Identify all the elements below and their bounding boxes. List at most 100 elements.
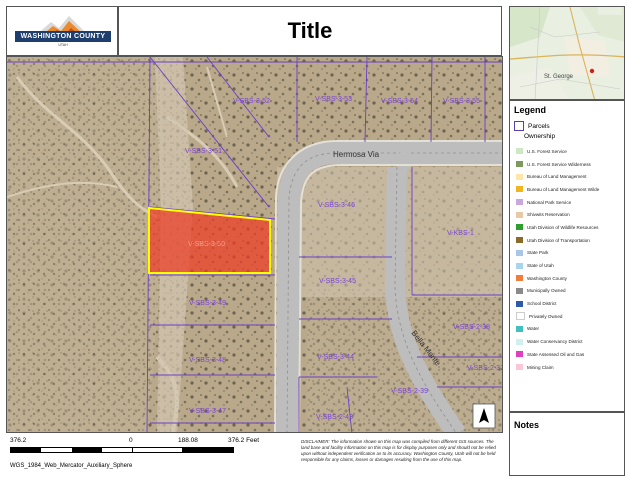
legend-item: Bureau of Land Management Wilde: [516, 183, 599, 196]
scale-label-zero: 0: [129, 437, 133, 444]
legend-swatch-icon: [516, 338, 523, 345]
legend-item-label: U.S. Forest Service Wilderness: [527, 161, 591, 167]
legend-item-label: Water: [527, 326, 540, 332]
parcel-label: V-SBS-3-45: [319, 278, 356, 285]
scale-label-left: 376.2: [10, 437, 27, 444]
legend-ownership-list: U.S. Forest Service U.S. Forest Service W…: [516, 145, 599, 373]
legend-item: Municipally Owned: [516, 285, 599, 298]
legend-swatch-icon: [516, 237, 523, 244]
scale-segment-left: [10, 447, 134, 453]
legend-item: U.S. Forest Service Wilderness: [516, 158, 599, 171]
logo-text: WASHINGTON COUNTY: [15, 31, 111, 42]
legend-item-label: Washington County: [527, 275, 567, 281]
legend-item: Utah Division of Wildlife Resources: [516, 221, 599, 234]
disclaimer-panel: DISCLAIMER: The information shown on thi…: [297, 433, 503, 476]
aerial-imagery: V-SBS-3-52 V-SBS-3-53 V-SBS-3-54 V-SBS-3…: [7, 57, 503, 432]
legend-item: Washington County: [516, 272, 599, 285]
parcel-label: V-SBS-3-49: [189, 300, 226, 307]
main-map[interactable]: V-SBS-3-52 V-SBS-3-53 V-SBS-3-54 V-SBS-3…: [6, 56, 503, 433]
legend-item-label: Mining Claim: [527, 364, 554, 370]
legend-item: State Park: [516, 247, 599, 260]
legend-swatch-icon: [516, 300, 523, 307]
disclaimer-text: DISCLAIMER: The information shown on thi…: [301, 439, 496, 462]
legend-title: Legend: [514, 105, 547, 115]
legend-item-label: Utah Division of Transportation: [527, 237, 590, 243]
legend-item-label: Privately Owned: [529, 313, 563, 319]
legend-item-label: Utah Division of Wildlife Resources: [527, 224, 599, 230]
road-label: Hermosa Via: [333, 150, 380, 159]
legend-item: State of Utah: [516, 259, 599, 272]
title-panel: Title: [118, 6, 502, 56]
legend-item: Shivwits Reservation: [516, 208, 599, 221]
parcel-label: V-SBS-2-38: [453, 324, 490, 331]
legend-item: Water Conservancy District: [516, 335, 599, 348]
overview-map[interactable]: St. George: [509, 6, 625, 100]
notes-title: Notes: [514, 420, 540, 430]
scale-segment-mid: [132, 447, 184, 453]
legend-item: School District: [516, 297, 599, 310]
legend-parcels-entry: Parcels: [514, 121, 550, 131]
legend-swatch-icon: [516, 364, 523, 371]
legend-item-label: Shivwits Reservation: [527, 212, 570, 218]
legend-ownership-label: Ownership: [524, 133, 556, 140]
parcel-label: V-SBS-3-51: [185, 148, 222, 155]
legend-panel: Legend Parcels Ownership U.S. Forest Ser…: [509, 100, 625, 412]
logo-panel: WASHINGTON COUNTY UTAH: [6, 6, 118, 56]
legend-item: Bureau of Land Management: [516, 170, 599, 183]
parcel-label: V-SBS-2-37: [467, 365, 503, 372]
legend-item-label: School District: [527, 301, 557, 307]
overview-map-graphic: [510, 7, 624, 99]
legend-item-label: Bureau of Land Management: [527, 174, 587, 180]
parcel-swatch-icon: [514, 121, 524, 131]
legend-swatch-icon: [516, 287, 523, 294]
legend-swatch-icon: [516, 351, 523, 358]
legend-swatch-icon: [516, 262, 523, 269]
parcel-label: V-SBS-3-48: [189, 357, 226, 364]
scale-label-right: 376.2 Feet: [228, 437, 260, 444]
legend-item: U.S. Forest Service: [516, 145, 599, 158]
legend-parcels-label: Parcels: [528, 122, 550, 130]
legend-swatch-icon: [516, 199, 523, 206]
legend-item: Privately Owned: [516, 310, 599, 323]
scale-bar: 376.2 0 188.08 376.2 Feet WGS_1984_Web_M…: [6, 433, 297, 476]
legend-item: State Assessed Oil and Gas: [516, 348, 599, 361]
legend-item: Utah Division of Transportation: [516, 234, 599, 247]
parcel-label: V-SBS-3-47: [189, 408, 226, 415]
parcel-label: V-SBS-3-44: [317, 354, 354, 361]
map-title: Title: [287, 18, 333, 43]
north-arrow-icon: [472, 403, 496, 429]
notes-panel: Notes: [509, 412, 625, 476]
legend-item-label: Bureau of Land Management Wilde: [527, 186, 600, 192]
legend-swatch-icon: [516, 224, 523, 231]
legend-swatch-icon: [516, 275, 523, 282]
parcel-label: V-SBS-2-43: [316, 414, 353, 421]
legend-swatch-icon: [516, 211, 523, 218]
legend-item-label: State Assessed Oil and Gas: [527, 351, 585, 357]
legend-swatch-icon: [516, 312, 525, 321]
parcel-label: V-SBS-3-46: [318, 202, 355, 209]
logo-subtext: UTAH: [58, 43, 68, 47]
parcel-label: V-SBS-3-52: [233, 98, 270, 105]
overview-place-label: St. George: [544, 74, 574, 80]
legend-item-label: Water Conservancy District: [527, 339, 583, 345]
parcel-label: V-SBS-3-53: [315, 96, 352, 103]
scale-segment-right: [182, 447, 234, 453]
legend-swatch-icon: [516, 186, 523, 193]
parcel-label: V-SBS-3-50: [188, 241, 225, 248]
legend-swatch-icon: [516, 325, 523, 332]
legend-item: National Park Service: [516, 196, 599, 209]
legend-item-label: Municipally Owned: [527, 288, 566, 294]
legend-item-label: State of Utah: [527, 263, 554, 269]
parcel-label: V-SBS-2-39: [391, 388, 428, 395]
legend-item: Water: [516, 323, 599, 336]
legend-item-label: National Park Service: [527, 199, 572, 205]
legend-item-label: U.S. Forest Service: [527, 148, 567, 154]
projection-label: WGS_1984_Web_Mercator_Auxiliary_Sphere: [10, 463, 133, 469]
legend-item: Mining Claim: [516, 361, 599, 374]
scale-label-mid: 188.08: [178, 437, 198, 444]
parcel-label: V-SBS-3-55: [443, 98, 480, 105]
legend-swatch-icon: [516, 249, 523, 256]
legend-swatch-icon: [516, 173, 523, 180]
parcel-label: V-KBS-1: [447, 230, 474, 237]
parcel-label: V-SBS-3-54: [381, 98, 418, 105]
